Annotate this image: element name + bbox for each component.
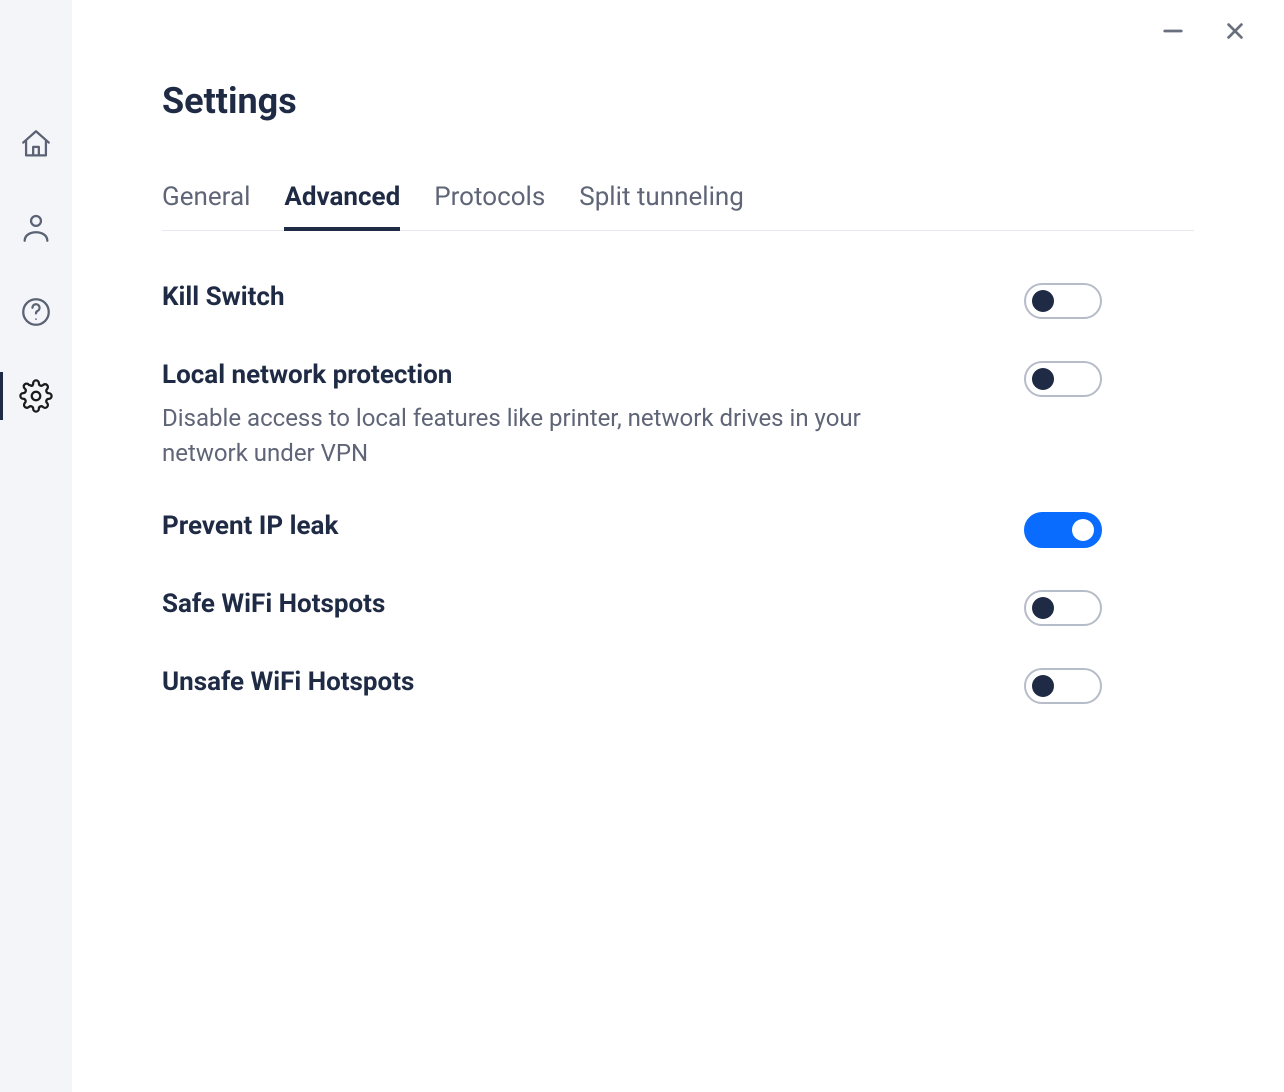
toggle-safe-wifi[interactable] [1024, 590, 1102, 626]
minimize-button[interactable] [1162, 20, 1184, 42]
setting-title: Local network protection [162, 359, 942, 393]
close-icon [1224, 20, 1246, 42]
sidebar-item-help[interactable] [0, 288, 72, 336]
sidebar [0, 0, 72, 1092]
tab-split-tunneling[interactable]: Split tunneling [579, 182, 744, 230]
setting-unsafe-wifi: Unsafe WiFi Hotspots [162, 666, 1102, 704]
sidebar-item-settings[interactable] [0, 372, 72, 420]
help-icon [19, 295, 53, 329]
settings-list: Kill Switch Local network protection Dis… [162, 281, 1102, 704]
user-icon [19, 211, 53, 245]
sidebar-item-account[interactable] [0, 204, 72, 252]
setting-safe-wifi: Safe WiFi Hotspots [162, 588, 1102, 626]
tabs: General Advanced Protocols Split tunneli… [162, 182, 1194, 231]
close-button[interactable] [1224, 20, 1246, 42]
tab-protocols[interactable]: Protocols [434, 182, 545, 230]
toggle-local-network[interactable] [1024, 361, 1102, 397]
home-icon [19, 127, 53, 161]
setting-title: Safe WiFi Hotspots [162, 588, 385, 622]
setting-description: Disable access to local features like pr… [162, 401, 942, 471]
toggle-prevent-ip-leak[interactable] [1024, 512, 1102, 548]
toggle-unsafe-wifi[interactable] [1024, 668, 1102, 704]
sidebar-item-home[interactable] [0, 120, 72, 168]
setting-prevent-ip-leak: Prevent IP leak [162, 510, 1102, 548]
setting-title: Kill Switch [162, 281, 285, 315]
gear-icon [19, 379, 53, 413]
minimize-icon [1162, 20, 1184, 42]
page-title: Settings [162, 80, 1194, 122]
window-controls [1162, 20, 1246, 42]
tab-advanced[interactable]: Advanced [284, 182, 400, 230]
setting-kill-switch: Kill Switch [162, 281, 1102, 319]
tab-general[interactable]: General [162, 182, 250, 230]
setting-title: Unsafe WiFi Hotspots [162, 666, 414, 700]
main-content: Settings General Advanced Protocols Spli… [72, 0, 1284, 1092]
toggle-kill-switch[interactable] [1024, 283, 1102, 319]
setting-title: Prevent IP leak [162, 510, 338, 544]
setting-local-network: Local network protection Disable access … [162, 359, 1102, 470]
